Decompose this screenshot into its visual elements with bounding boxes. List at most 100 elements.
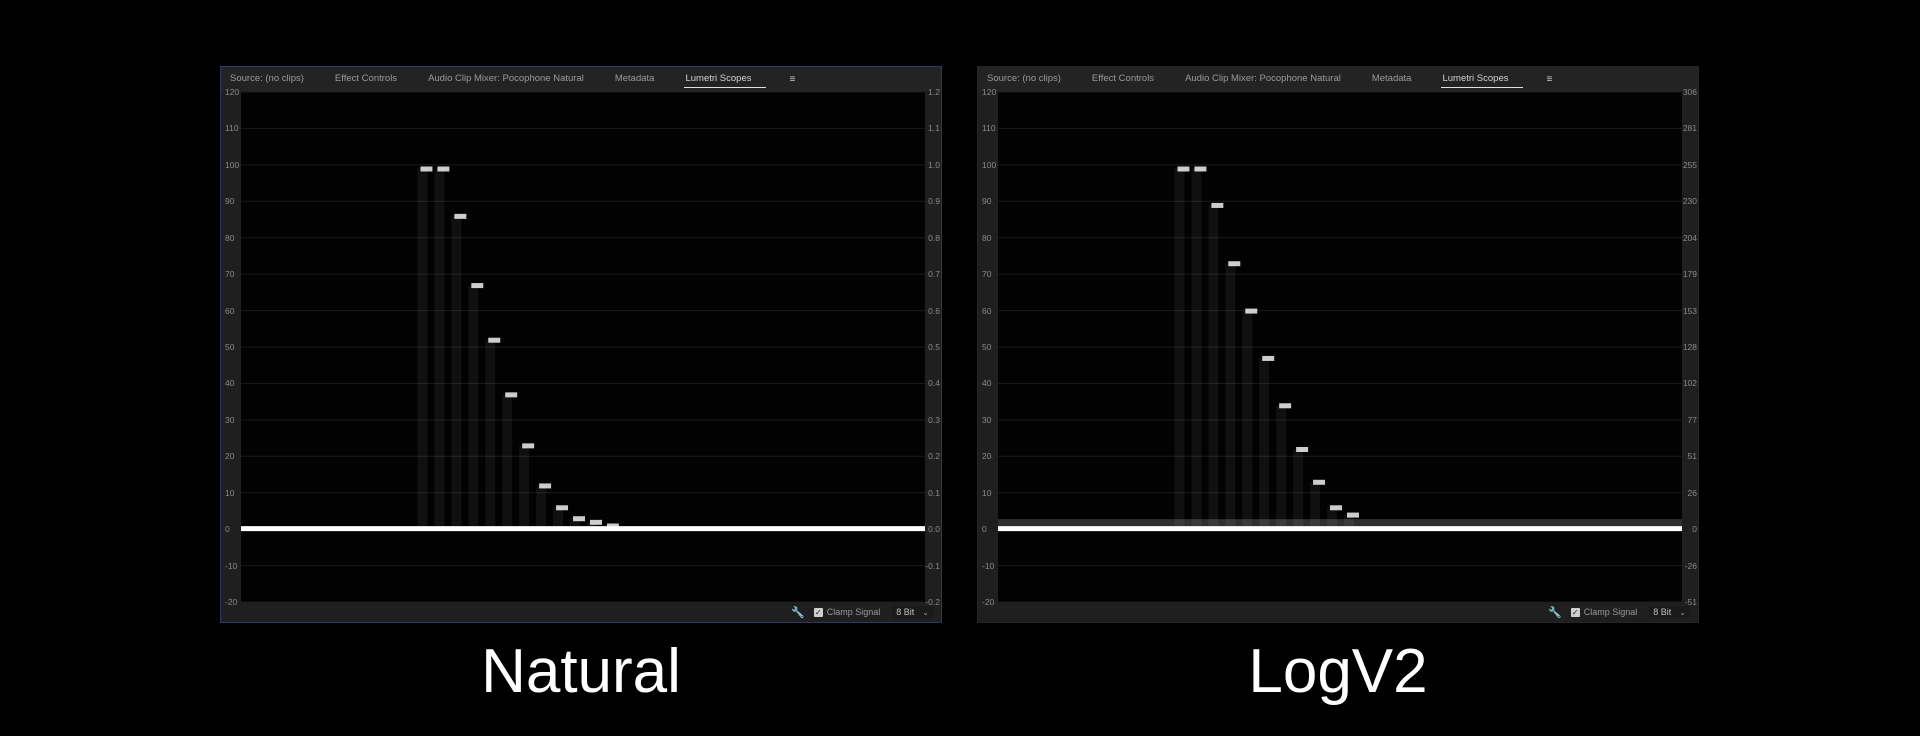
waveform-step <box>1279 403 1292 409</box>
waveform-step <box>437 166 450 172</box>
bit-depth-select[interactable]: 8 Bit ⌄ <box>892 606 933 618</box>
scope-footer: 🔧 ✓ Clamp Signal 8 Bit ⌄ <box>221 602 941 622</box>
right-axis-tick-label: -51 <box>1684 597 1697 607</box>
panel-menu-icon[interactable]: ≡ <box>789 74 795 85</box>
left-axis-tick-label: -20 <box>225 597 238 607</box>
left-axis-tick-label: 30 <box>225 414 235 425</box>
right-axis-tick-label: 204 <box>1682 232 1697 243</box>
left-axis-tick-label: 100 <box>982 159 997 170</box>
waveform-step <box>488 337 501 343</box>
tab-audio-clip-mixer[interactable]: Audio Clip Mixer: Pocophone Natural <box>428 69 584 89</box>
clamp-signal-checkbox[interactable]: ✓ <box>1570 607 1580 617</box>
left-axis-tick-label: 110 <box>982 123 996 134</box>
waveform-baseline <box>998 526 1682 532</box>
waveform-smear <box>553 507 564 530</box>
waveform-step <box>420 166 433 172</box>
right-axis-tick-label: 1.1 <box>928 123 940 134</box>
right-axis-tick-label: 281 <box>1682 123 1697 134</box>
left-axis-tick-label: -10 <box>982 560 995 571</box>
waveform-step <box>589 519 602 525</box>
left-axis-tick-label: 90 <box>982 196 992 207</box>
lumetri-scopes-panel-natural: Source: (no clips) Effect Controls Audio… <box>220 66 942 623</box>
waveform-smear <box>417 168 428 530</box>
waveform-step <box>454 213 467 219</box>
right-axis-tick-label: 306 <box>1682 87 1697 97</box>
right-axis-tick-label: 0 <box>1692 524 1697 535</box>
left-axis-tick-label: 10 <box>982 487 992 498</box>
waveform-step <box>539 483 552 489</box>
waveform-smear <box>434 168 445 530</box>
waveform-scope <box>998 92 1682 602</box>
waveform-smear <box>502 394 513 530</box>
waveform-step <box>471 283 484 289</box>
clamp-signal-label: Clamp Signal <box>1583 607 1638 617</box>
waveform-step <box>573 516 585 522</box>
left-axis-tick-label: 110 <box>225 123 239 134</box>
clamp-signal-label: Clamp Signal <box>826 607 881 617</box>
right-axis-tick-label: 77 <box>1687 414 1697 425</box>
waveform-smear <box>1293 449 1304 530</box>
waveform-smear <box>1225 263 1236 530</box>
bit-depth-select[interactable]: 8 Bit ⌄ <box>1649 606 1690 618</box>
waveform-step <box>1330 505 1342 511</box>
right-axis-tick-label: -0.1 <box>925 560 940 571</box>
waveform-svg <box>998 92 1682 602</box>
chevron-down-icon: ⌄ <box>1679 607 1686 617</box>
waveform-step <box>1194 166 1207 172</box>
waveform-svg <box>241 92 925 602</box>
left-axis-tick-label: 40 <box>225 378 235 389</box>
tab-audio-clip-mixer[interactable]: Audio Clip Mixer: Pocophone Natural <box>1185 69 1341 89</box>
waveform-step <box>1245 308 1258 314</box>
waveform-step <box>1177 166 1190 172</box>
waveform-step <box>522 443 535 449</box>
left-axis-tick-label: 80 <box>982 232 992 243</box>
right-axis-tick-label: 153 <box>1682 305 1697 316</box>
right-axis-tick-label: 102 <box>1682 378 1697 389</box>
right-axis-tick-label: 0.9 <box>928 196 940 207</box>
tab-lumetri-scopes[interactable]: Lumetri Scopes <box>1441 69 1524 89</box>
left-axis-tick-label: 10 <box>225 487 235 498</box>
left-axis-tick-label: 0 <box>982 524 987 535</box>
left-axis-tick-label: 20 <box>982 451 992 462</box>
right-axis-tick-label: 128 <box>1682 342 1697 352</box>
wrench-icon[interactable]: 🔧 <box>791 606 805 619</box>
tab-lumetri-scopes[interactable]: Lumetri Scopes <box>684 69 767 89</box>
left-axis-tick-label: 120 <box>982 87 997 97</box>
left-axis-tick-label: 60 <box>225 305 235 316</box>
tab-metadata[interactable]: Metadata <box>1372 69 1412 89</box>
clamp-signal-checkbox[interactable]: ✓ <box>813 607 823 617</box>
waveform-smear <box>1242 310 1253 530</box>
waveform-step <box>1211 202 1224 208</box>
tab-source[interactable]: Source: (no clips) <box>987 69 1061 89</box>
panel-tab-bar: Source: (no clips) Effect Controls Audio… <box>978 67 1698 91</box>
right-axis-tick-label: 0.7 <box>928 269 940 280</box>
waveform-smear <box>451 215 462 530</box>
left-axis-tick-label: 120 <box>225 87 240 97</box>
left-axis-tick-label: -20 <box>982 597 995 607</box>
waveform-smear <box>485 339 496 530</box>
tab-metadata[interactable]: Metadata <box>615 69 655 89</box>
left-axis-tick-label: 30 <box>982 414 992 425</box>
tab-source[interactable]: Source: (no clips) <box>230 69 304 89</box>
left-axis-tick-label: 50 <box>982 342 992 352</box>
right-axis-tick-label: 0.0 <box>928 524 940 535</box>
waveform-baseline <box>241 526 925 532</box>
right-axis-tick-label: 1.0 <box>928 159 940 170</box>
tab-effect-controls[interactable]: Effect Controls <box>1092 69 1154 89</box>
caption-logv2: LogV2 <box>1248 637 1428 706</box>
waveform-step <box>1228 261 1241 267</box>
waveform-smear <box>536 485 547 530</box>
panel-menu-icon[interactable]: ≡ <box>1546 74 1552 85</box>
left-axis-tick-label: 70 <box>982 269 992 280</box>
waveform-step <box>1346 512 1359 518</box>
right-axis-tick-label: 230 <box>1682 196 1697 207</box>
bit-depth-value: 8 Bit <box>1653 607 1672 617</box>
wrench-icon[interactable]: 🔧 <box>1548 606 1562 619</box>
left-axis-tick-label: 20 <box>225 451 235 462</box>
waveform-smear <box>1259 357 1270 530</box>
tab-effect-controls[interactable]: Effect Controls <box>335 69 397 89</box>
right-axis-tick-label: 255 <box>1682 159 1697 170</box>
right-axis-tick-label: 0.6 <box>928 305 940 316</box>
right-axis-tick-label: 0.1 <box>928 487 940 498</box>
waveform-smear <box>1208 204 1219 530</box>
